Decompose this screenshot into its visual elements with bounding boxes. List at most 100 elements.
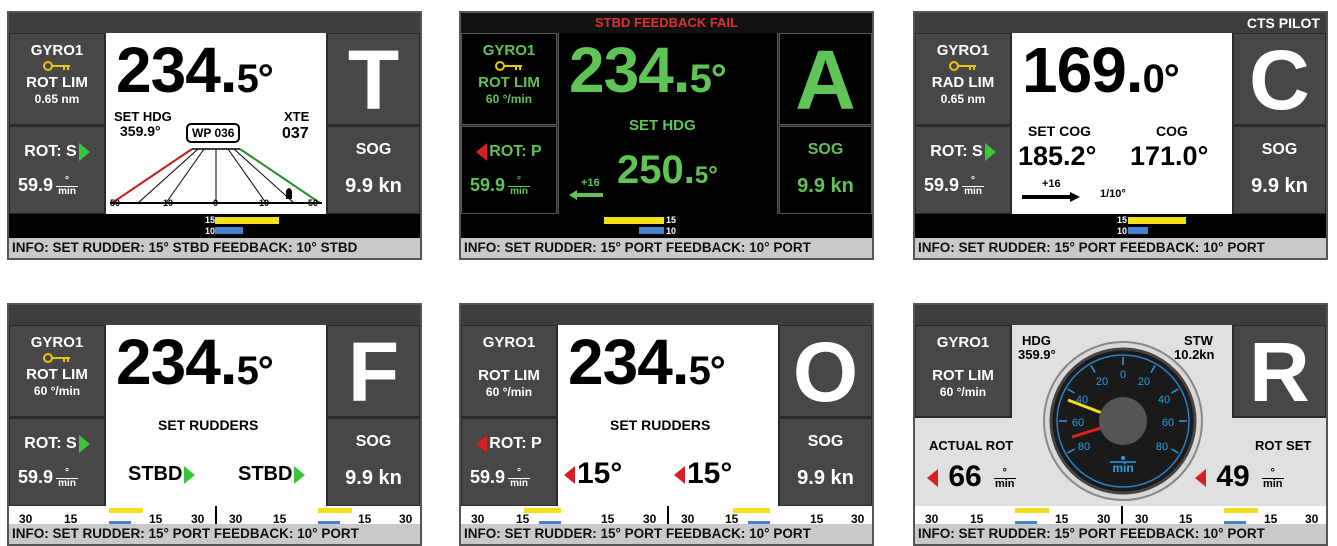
rot-set-label: ROT SET xyxy=(1255,438,1312,453)
mode-letter: R xyxy=(1249,325,1310,419)
dial-label: 20 xyxy=(1138,376,1150,388)
rot-box[interactable]: ROT: S 59.9 ° min xyxy=(9,126,105,214)
port-arrow-icon xyxy=(564,466,575,485)
rot-box[interactable]: ROT: P 59.9 ° min xyxy=(461,418,557,506)
rudder-bar: 15 10 xyxy=(9,214,420,238)
gyro-box[interactable]: GYRO1 ROT LIM 60 °/min xyxy=(9,325,105,417)
rudder-bar: 15 10 xyxy=(915,214,1326,238)
bar-bottom-label: 10 xyxy=(205,226,216,236)
scale-label: 10 xyxy=(163,198,174,208)
alarm-bar[interactable]: STBD FEEDBACK FAIL xyxy=(461,13,872,33)
info-line: INFO: SET RUDDER: 15° PORT FEEDBACK: 10°… xyxy=(915,524,1326,544)
gyro-box[interactable]: GYRO1 ROT LIM 60 °/min xyxy=(915,325,1011,417)
mode-box[interactable]: C xyxy=(1233,33,1326,126)
feedback-bar xyxy=(639,227,664,234)
set-rudder-bar xyxy=(215,217,279,224)
gyro-label: GYRO1 xyxy=(936,334,990,351)
gyro-box[interactable]: GYRO1 ROT LIM 60 °/min xyxy=(461,33,557,125)
port-arrow-icon xyxy=(927,469,938,488)
heading-display: 234.5° SET RUDDERS 15° 15° xyxy=(558,325,778,506)
heading-value: 234.5° xyxy=(569,34,727,106)
rot-value: 59.9 xyxy=(18,467,54,488)
sog-box: SOG 9.9 kn xyxy=(1233,126,1326,214)
ratio-label: 1/10° xyxy=(1100,188,1126,200)
gyro-label: GYRO1 xyxy=(936,42,990,59)
rudder-2-direction: STBD xyxy=(238,463,306,486)
dial-label: 20 xyxy=(1096,376,1108,388)
set-heading-value: 359.9° xyxy=(120,123,161,139)
limit-label: ROT LIM xyxy=(932,367,994,384)
left-arrow-icon xyxy=(569,190,603,200)
sog-value: 9.9 kn xyxy=(345,175,402,197)
rudder-bar: 15 10 xyxy=(461,214,872,238)
limit-label: ROT LIM xyxy=(26,74,88,91)
heading-value: 234.5° xyxy=(116,34,274,106)
rot-box[interactable]: ROT: P 59.9 ° min xyxy=(461,126,557,214)
gyro-label: GYRO1 xyxy=(30,42,84,59)
limit-label: ROT LIM xyxy=(478,74,540,91)
scale-label: 50 xyxy=(308,198,319,208)
panel-override-mode: GYRO1 ROT LIM 60 °/min ROT: P 59.9 ° min 2… xyxy=(459,303,874,546)
dial-label: 0 xyxy=(1120,369,1126,381)
feedback-bar xyxy=(215,227,243,234)
sog-label: SOG xyxy=(807,433,844,450)
panel-follow-up-mode: GYRO1 ROT LIM 60 °/min ROT: S 59.9 ° min 2… xyxy=(7,303,422,546)
mode-box[interactable]: F xyxy=(327,325,420,418)
starboard-arrow-icon xyxy=(294,465,306,484)
scale-label: 10 xyxy=(259,198,270,208)
limit-value: 60 °/min xyxy=(33,384,81,398)
port-arrow-icon xyxy=(674,466,685,485)
cog-label: COG xyxy=(1156,123,1188,139)
port-arrow-icon xyxy=(476,143,488,161)
actual-rot-value: 66 ° min xyxy=(927,460,1016,494)
panel-course-mode: CTS PILOT GYRO1 RAD LIM 0.65 nm ROT: S 5… xyxy=(913,11,1328,260)
dial-label: 60 xyxy=(1162,417,1174,429)
sog-label: SOG xyxy=(355,141,392,158)
set-rudder-bar xyxy=(1128,217,1186,224)
set-rudder-bar xyxy=(524,508,561,513)
rudder-2-angle: 15° xyxy=(674,457,732,491)
mode-box[interactable]: A xyxy=(779,33,872,126)
dial-label: 80 xyxy=(1156,441,1168,453)
right-arrow-icon xyxy=(1022,192,1080,202)
waypoint-badge[interactable]: WP 036 xyxy=(186,123,241,143)
rot-set-value[interactable]: 49 ° min xyxy=(1195,460,1284,494)
set-heading-label: SET HDG xyxy=(629,117,696,134)
rot-unit: ° min xyxy=(962,175,985,197)
rot-unit: ° min xyxy=(56,467,79,489)
mode-box[interactable]: R xyxy=(1233,325,1326,419)
mode-box[interactable]: T xyxy=(327,33,420,126)
status-bar xyxy=(915,305,1326,325)
rot-box[interactable]: ROT: S 59.9 ° min xyxy=(915,126,1011,214)
offset-label: +16 xyxy=(581,177,600,189)
offset-label: +16 xyxy=(1042,178,1061,190)
gyro-box[interactable]: GYRO1 ROT LIM 60 °/min xyxy=(461,325,557,417)
cog-value: 171.0° xyxy=(1130,141,1209,171)
info-line: INFO: SET RUDDER: 15° PORT FEEDBACK: 10°… xyxy=(915,238,1326,258)
gyro-label: GYRO1 xyxy=(482,42,536,59)
rot-box[interactable]: ROT: S 59.9 ° min xyxy=(9,418,105,506)
set-heading-value: 250.5° xyxy=(617,148,718,192)
scale-label: 50 xyxy=(110,198,121,208)
scale-label: 0 xyxy=(213,198,219,208)
starboard-arrow-icon xyxy=(184,465,196,484)
sog-box: SOG 9.9 kn xyxy=(779,418,872,506)
actual-rot-label: ACTUAL ROT xyxy=(929,438,1014,453)
mode-box[interactable]: O xyxy=(779,325,872,418)
set-rudder-bar xyxy=(1015,508,1049,513)
port-arrow-icon xyxy=(476,435,488,453)
port-arrow-icon xyxy=(1195,469,1206,488)
panel-track-mode: GYRO1 ROT LIM 0.65 nm ROT: S 59.9 ° min 23… xyxy=(7,11,422,260)
sog-value: 9.9 kn xyxy=(797,467,854,489)
bar-bottom-label: 10 xyxy=(666,226,677,236)
rot-label: ROT: S xyxy=(24,143,77,161)
gyro-box[interactable]: GYRO1 RAD LIM 0.65 nm xyxy=(915,33,1011,125)
bar-top-label: 15 xyxy=(1117,215,1128,225)
rot-label: ROT: S xyxy=(24,435,77,453)
limit-value: 60 °/min xyxy=(939,385,987,399)
info-line: INFO: SET RUDDER: 15° PORT FEEDBACK: 10°… xyxy=(461,524,872,544)
dial-label: 80 xyxy=(1078,441,1090,453)
dial-label: 40 xyxy=(1158,394,1170,406)
rot-gauge: 0 20 40 60 80 20 40 60 80 min xyxy=(1043,341,1203,501)
gyro-box[interactable]: GYRO1 ROT LIM 0.65 nm xyxy=(9,33,105,125)
